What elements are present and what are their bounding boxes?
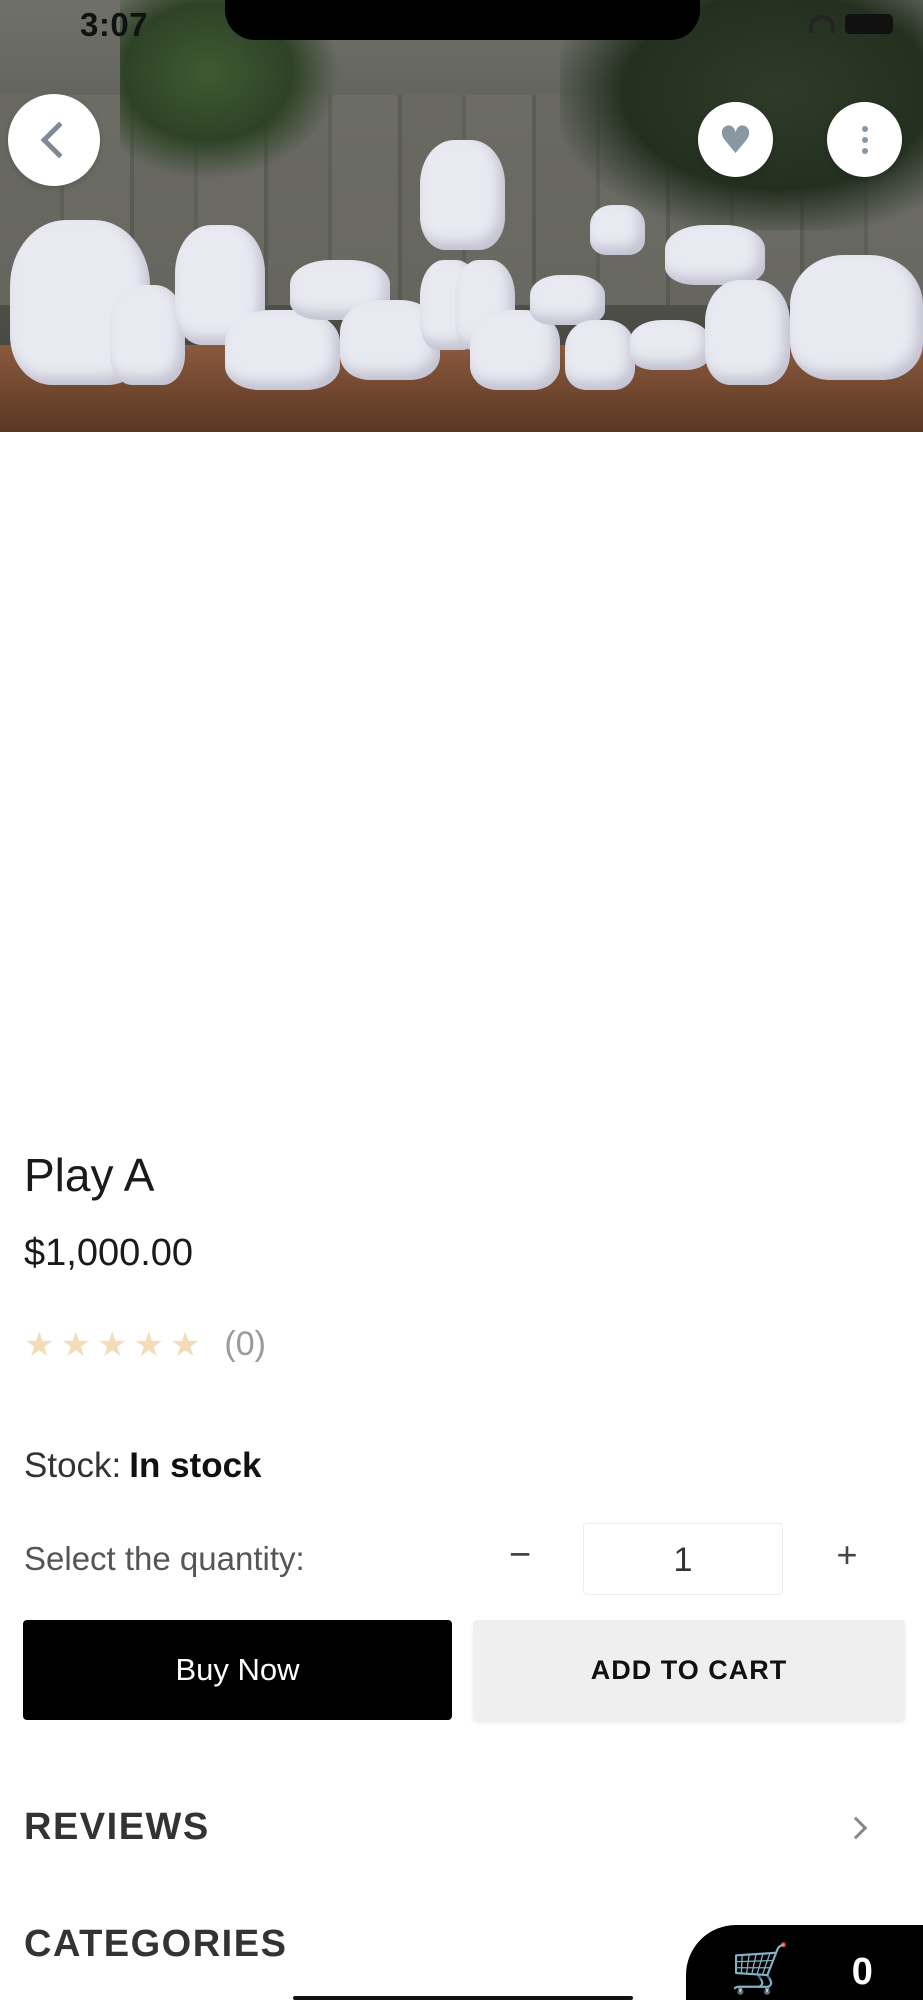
home-indicator [293,1996,633,2000]
product-price: $1,000.00 [24,1232,194,1274]
towel-sculpture [225,310,340,390]
buy-now-button[interactable]: Buy Now [23,1620,452,1720]
wifi-icon [809,15,835,33]
heart-icon: ♥ [718,117,753,162]
star-icon: ★ [169,1324,201,1365]
reviews-section-header[interactable]: REVIEWS [24,1806,210,1849]
towel-sculpture [420,140,505,250]
battery-icon [845,14,893,34]
product-image [0,0,923,432]
status-icons [809,14,893,34]
device-notch [225,0,700,40]
quantity-label: Select the quantity: [24,1540,305,1577]
more-vertical-icon [861,125,868,154]
towel-sculpture [530,275,605,325]
cart-count: 0 [851,1951,873,1993]
more-options-button[interactable] [827,102,902,177]
stock-value: In stock [129,1446,262,1485]
add-to-cart-button[interactable]: ADD TO CART [473,1620,905,1720]
towel-sculpture [110,285,185,385]
shopping-cart-icon: 🛒 [730,1941,790,1997]
product-title: Play A [24,1149,155,1201]
towel-sculpture [665,225,765,285]
back-button[interactable] [8,94,100,186]
star-icon: ★ [60,1324,91,1365]
chevron-right-icon[interactable] [844,1816,868,1840]
chevron-left-icon [40,121,78,159]
product-rating[interactable]: ★ ★ ★ ★ ★ (0) [24,1325,266,1364]
star-icon: ★ [133,1324,164,1365]
stock-status: Stock: In stock [24,1446,262,1486]
categories-section-header: CATEGORIES [24,1923,288,1965]
towel-sculpture [790,255,923,380]
cart-button[interactable]: 🛒 0 [686,1925,923,2000]
towel-sculpture [630,320,710,370]
stock-label: Stock: [24,1446,122,1485]
towel-sculpture [705,280,790,385]
star-icon: ★ [96,1324,128,1365]
quantity-increment-button[interactable]: + [827,1530,867,1580]
quantity-input[interactable]: 1 [583,1523,783,1595]
towel-sculpture [590,205,645,255]
towel-sculpture [565,320,635,390]
quantity-decrement-button[interactable]: − [500,1530,540,1580]
favorite-button[interactable]: ♥ [698,102,773,177]
star-icon: ★ [24,1324,55,1365]
status-time: 3:07 [80,6,149,43]
rating-count: (0) [224,1325,266,1363]
